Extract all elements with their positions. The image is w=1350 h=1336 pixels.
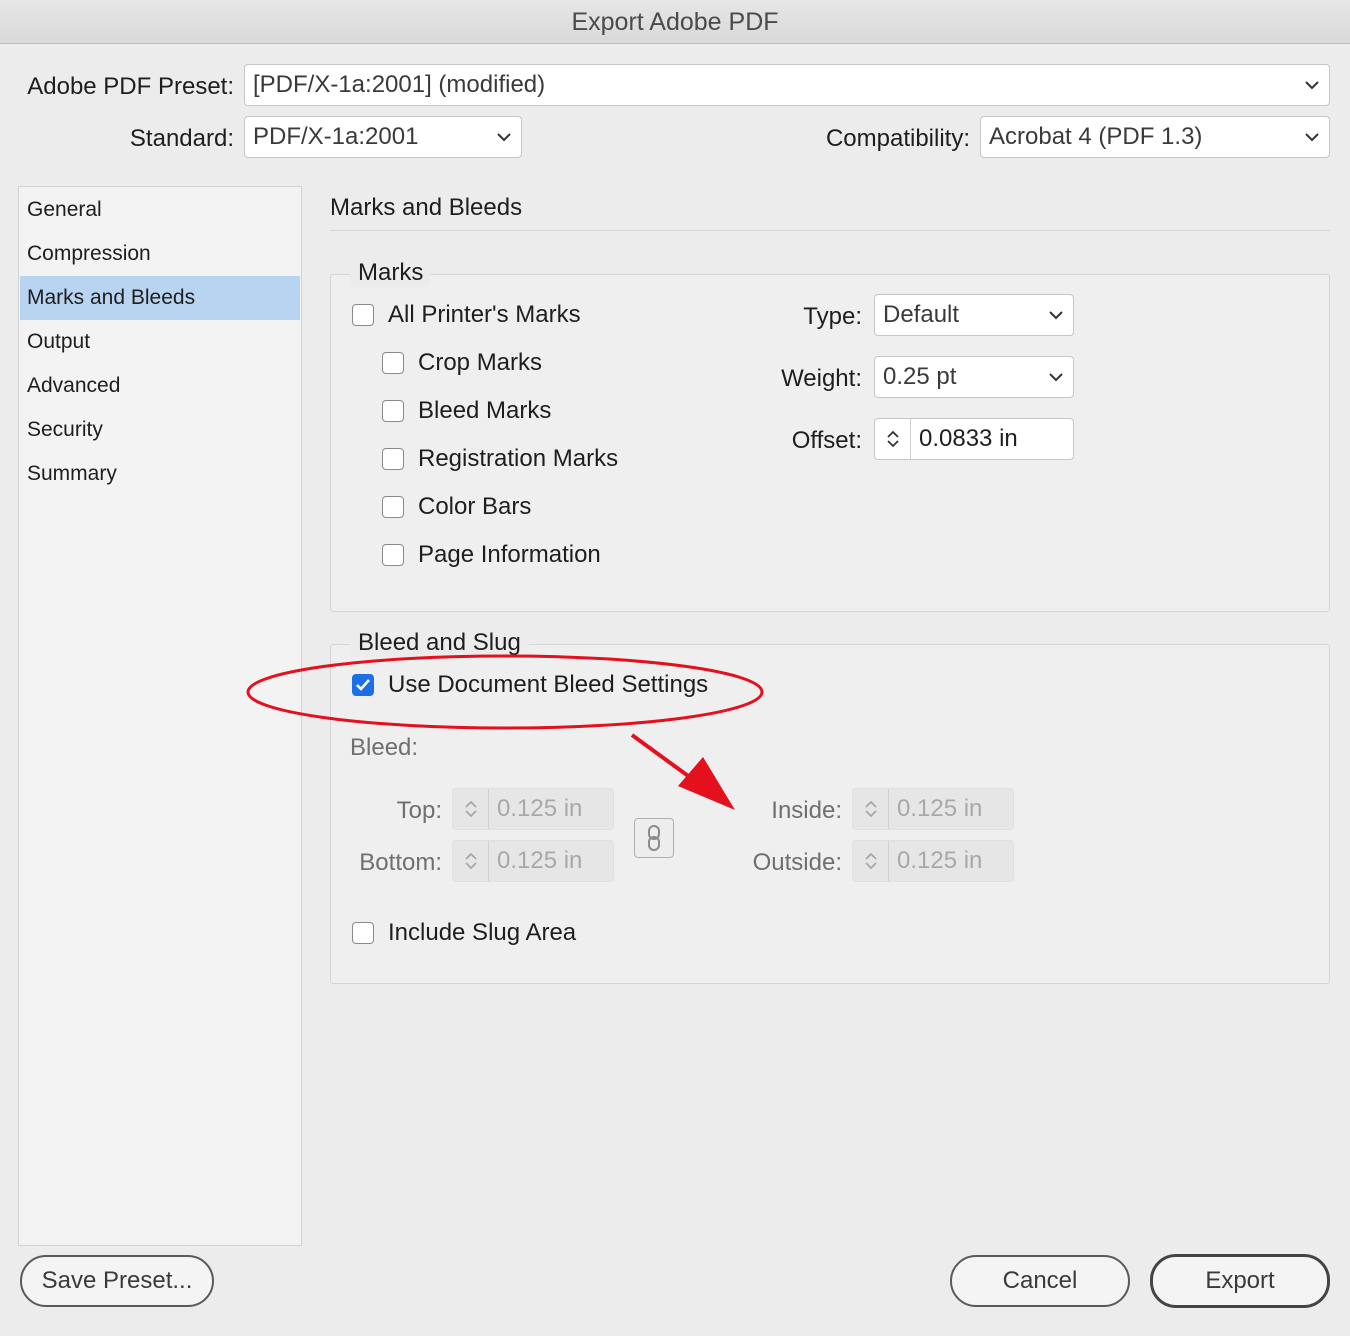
standard-label: Standard: [129, 125, 234, 152]
marks-panel-title: Marks [350, 259, 432, 287]
all-printers-marks-label: All Printer's Marks [388, 301, 581, 328]
top-stepper[interactable]: 0.125 in [452, 788, 614, 830]
bottom-stepper[interactable]: 0.125 in [452, 840, 614, 882]
page-information-label: Page Information [418, 541, 601, 568]
all-printers-marks-checkbox[interactable] [352, 304, 374, 326]
weight-select[interactable]: 0.25 pt [874, 356, 1074, 398]
cancel-button[interactable]: Cancel [950, 1255, 1130, 1307]
stepper-arrows-icon[interactable] [853, 841, 889, 881]
bottom-value[interactable]: 0.125 in [489, 841, 582, 881]
type-value: Default [883, 301, 960, 328]
inside-value[interactable]: 0.125 in [889, 789, 982, 829]
include-slug-label: Include Slug Area [388, 919, 577, 946]
compatibility-label: Compatibility: [825, 125, 970, 152]
registration-marks-label: Registration Marks [418, 445, 619, 472]
sidebar-item-marks-and-bleeds[interactable]: Marks and Bleeds [20, 276, 300, 320]
include-slug-checkbox[interactable] [352, 922, 374, 944]
heading-divider [330, 230, 1330, 231]
inside-label: Inside: [771, 797, 842, 824]
chevron-down-icon [1295, 132, 1329, 142]
preset-label: Adobe PDF Preset: [27, 73, 234, 100]
bleed-label: Bleed: [350, 734, 419, 761]
page-information-checkbox[interactable] [382, 544, 404, 566]
inside-stepper[interactable]: 0.125 in [852, 788, 1014, 830]
sidebar-item-security[interactable]: Security [20, 408, 300, 452]
stepper-arrows-icon[interactable] [853, 789, 889, 829]
link-chain-icon [648, 825, 660, 851]
checkmark-icon [356, 679, 370, 691]
weight-value: 0.25 pt [883, 363, 957, 390]
section-heading: Marks and Bleeds [330, 194, 523, 221]
link-bleed-button[interactable] [634, 818, 674, 858]
sidebar-item-advanced[interactable]: Advanced [20, 364, 300, 408]
stepper-arrows-icon[interactable] [875, 419, 911, 459]
sidebar: General Compression Marks and Bleeds Out… [18, 186, 302, 1246]
use-document-bleed-checkbox[interactable] [352, 674, 374, 696]
offset-label: Offset: [791, 427, 862, 454]
outside-value[interactable]: 0.125 in [889, 841, 982, 881]
compatibility-value: Acrobat 4 (PDF 1.3) [989, 123, 1203, 150]
color-bars-label: Color Bars [418, 493, 532, 520]
top-value[interactable]: 0.125 in [489, 789, 582, 829]
chevron-down-icon [1039, 372, 1073, 382]
sidebar-item-output[interactable]: Output [20, 320, 300, 364]
use-document-bleed-label: Use Document Bleed Settings [388, 671, 709, 698]
offset-stepper[interactable]: 0.0833 in [874, 418, 1074, 460]
bottom-label: Bottom: [359, 849, 442, 876]
preset-select[interactable]: [PDF/X-1a:2001] (modified) [244, 64, 1330, 106]
sidebar-item-general[interactable]: General [20, 188, 300, 232]
crop-marks-checkbox[interactable] [382, 352, 404, 374]
offset-value[interactable]: 0.0833 in [911, 419, 1018, 459]
compatibility-select[interactable]: Acrobat 4 (PDF 1.3) [980, 116, 1330, 158]
top-label: Top: [396, 797, 442, 824]
chevron-down-icon [1295, 80, 1329, 90]
chevron-down-icon [487, 132, 521, 142]
export-button[interactable]: Export [1150, 1254, 1330, 1308]
weight-label: Weight: [781, 365, 862, 392]
standard-select[interactable]: PDF/X-1a:2001 [244, 116, 522, 158]
chevron-down-icon [1039, 310, 1073, 320]
bleed-marks-label: Bleed Marks [418, 397, 552, 424]
standard-value: PDF/X-1a:2001 [253, 123, 419, 150]
stepper-arrows-icon[interactable] [453, 841, 489, 881]
window-title: Export Adobe PDF [0, 0, 1350, 44]
crop-marks-label: Crop Marks [418, 349, 543, 376]
preset-value: [PDF/X-1a:2001] (modified) [253, 71, 546, 98]
sidebar-item-compression[interactable]: Compression [20, 232, 300, 276]
save-preset-button[interactable]: Save Preset... [20, 1255, 214, 1307]
stepper-arrows-icon[interactable] [453, 789, 489, 829]
registration-marks-checkbox[interactable] [382, 448, 404, 470]
outside-stepper[interactable]: 0.125 in [852, 840, 1014, 882]
sidebar-item-summary[interactable]: Summary [20, 452, 300, 496]
bleed-slug-panel-title: Bleed and Slug [350, 629, 529, 657]
type-select[interactable]: Default [874, 294, 1074, 336]
type-label: Type: [803, 303, 862, 330]
color-bars-checkbox[interactable] [382, 496, 404, 518]
outside-label: Outside: [752, 849, 842, 876]
bleed-marks-checkbox[interactable] [382, 400, 404, 422]
